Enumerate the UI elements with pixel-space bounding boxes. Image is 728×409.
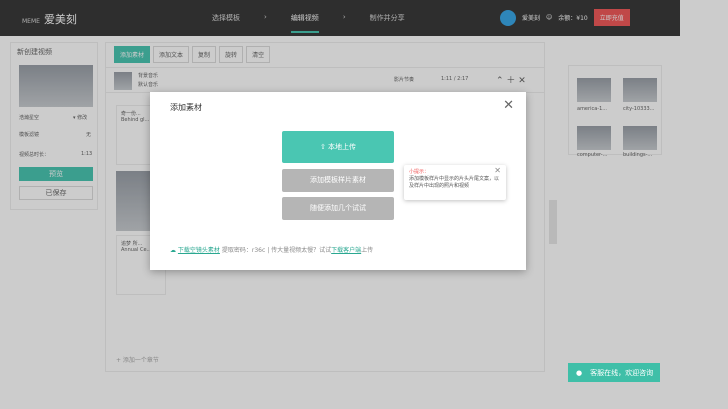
separator: | xyxy=(267,247,270,254)
upload-icon: ⇧ xyxy=(319,143,329,151)
password-text: 提取密码：r36c xyxy=(221,247,266,254)
tip-title: 小提示： xyxy=(409,169,430,175)
add-random-button[interactable]: 随便添加几个试试 xyxy=(282,197,394,220)
close-icon[interactable]: ✕ xyxy=(503,98,514,113)
cloud-icon: ☁ xyxy=(170,247,178,254)
slow-text: 传大量视频太慢？试试 xyxy=(271,247,332,254)
local-upload-button[interactable]: ⇧ 本地上传 xyxy=(282,131,394,163)
chat-icon: ● xyxy=(576,368,583,377)
modal-footer: ☁ 下载空镜头素材 提取密码：r36c | 传大量视频太慢？试试下载客户端上传 xyxy=(170,245,373,254)
upload-suffix: 上传 xyxy=(361,247,374,254)
modal-title: 添加素材 xyxy=(170,103,202,112)
tip-text: 添加模板样片中显示的片头片尾文案，以及样片中出现的照片和视频 xyxy=(409,176,500,189)
tip-close-icon[interactable]: ✕ xyxy=(494,167,501,175)
tip-popover: 小提示： 添加模板样片中显示的片头片尾文案，以及样片中出现的照片和视频 ✕ xyxy=(404,165,506,200)
download-client-link[interactable]: 下载客户端 xyxy=(331,247,361,254)
download-material-link[interactable]: 下载空镜头素材 xyxy=(178,247,220,254)
customer-service-button[interactable]: ● 客服在线，欢迎咨询 xyxy=(568,363,660,382)
add-template-material-button[interactable]: 添加模板样片素材 xyxy=(282,169,394,192)
add-material-modal: 添加素材 ✕ ⇧ 本地上传 添加模板样片素材 随便添加几个试试 小提示： 添加模… xyxy=(150,92,526,270)
